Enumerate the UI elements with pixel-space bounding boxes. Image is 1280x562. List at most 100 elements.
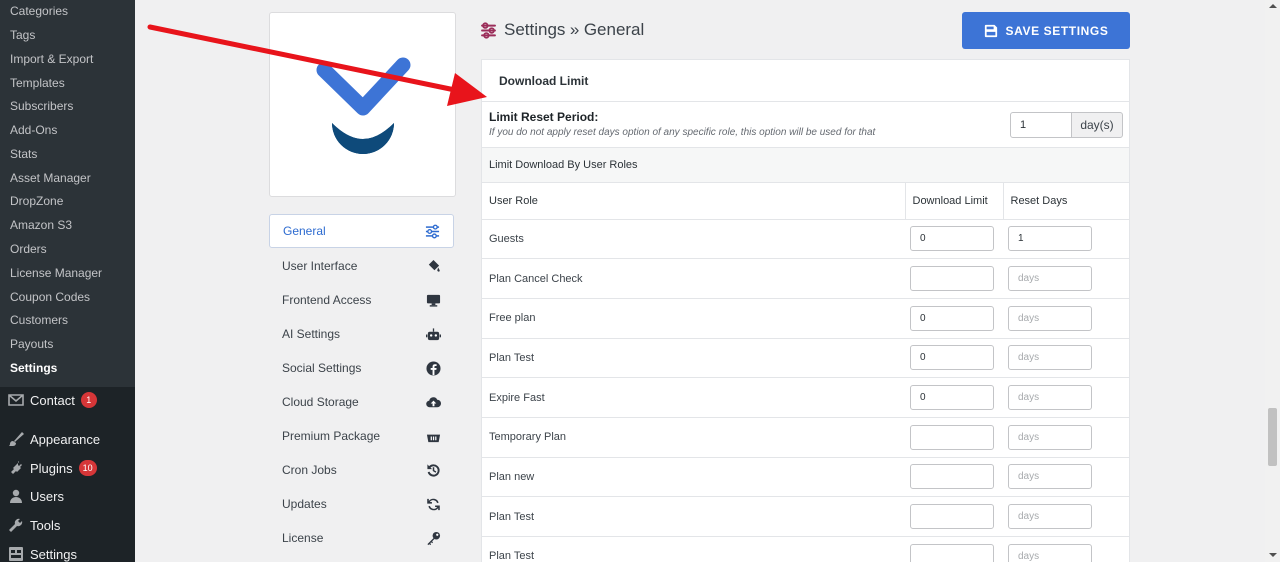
user-role-name: Plan Test [482, 536, 905, 562]
menu-item-label: Contact [30, 392, 75, 408]
reset-days-cell [1003, 338, 1129, 379]
menu-item-plugins[interactable]: Plugins 10 [0, 456, 135, 480]
reset-days-input[interactable] [1008, 226, 1092, 252]
submenu-item-coupon-codes[interactable]: Coupon Codes [10, 290, 90, 304]
download-limit-input[interactable] [910, 464, 994, 490]
table-row: Plan new [482, 457, 1129, 498]
submenu-item-amazon-s3[interactable]: Amazon S3 [10, 218, 72, 232]
save-settings-button[interactable]: SAVE SETTINGS [962, 12, 1130, 49]
reset-days-cell [1003, 298, 1129, 339]
submenu-item-add-ons[interactable]: Add-Ons [10, 123, 57, 137]
reset-days-cell [1003, 377, 1129, 418]
menu-item-users[interactable]: Users [0, 484, 135, 508]
table-row: Guests [482, 219, 1129, 260]
submenu-item-subscribers[interactable]: Subscribers [10, 99, 73, 113]
download-limit-input[interactable] [910, 424, 994, 450]
menu-item-settings[interactable]: Settings [0, 542, 135, 562]
download-limit-input[interactable] [910, 385, 994, 411]
reset-days-cell [1003, 219, 1129, 260]
download-limit-input[interactable] [910, 345, 994, 371]
table-row: Expire Fast [482, 377, 1129, 418]
table-row: Plan Test [482, 338, 1129, 379]
settings-icon-glyph [9, 547, 23, 561]
page-title-sub: General [583, 20, 645, 39]
reset-days-input[interactable] [1008, 464, 1092, 490]
settings-nav-premium-package[interactable]: Premium Package [269, 419, 454, 453]
reset-days-input[interactable] [1008, 266, 1092, 292]
scroll-thumb[interactable] [1268, 408, 1277, 466]
reset-days-input[interactable] [1008, 385, 1092, 411]
reset-days-input[interactable] [1008, 345, 1092, 371]
download-limit-cell [905, 338, 1003, 379]
menu-item-tools[interactable]: Tools [0, 513, 135, 537]
robot-icon [426, 327, 441, 340]
reset-period-input[interactable] [1010, 112, 1072, 138]
menu-item-appearance[interactable]: Appearance [0, 427, 135, 451]
settings-nav-cron-jobs[interactable]: Cron Jobs [269, 453, 454, 487]
menu-item-label: Tools [30, 517, 61, 533]
submenu-item-dropzone[interactable]: DropZone [10, 194, 63, 208]
submenu-item-stats[interactable]: Stats [10, 147, 37, 161]
settings-nav-label: Frontend Access [282, 293, 372, 307]
history-icon [427, 463, 440, 477]
download-limit-input[interactable] [910, 226, 994, 252]
settings-icon [8, 546, 24, 562]
settings-nav-cloud-storage[interactable]: Cloud Storage [269, 385, 454, 419]
settings-nav-updates[interactable]: Updates [269, 487, 454, 521]
reset-period-label: Limit Reset Period: [489, 110, 599, 124]
table-row: Temporary Plan [482, 417, 1129, 458]
submenu-item-tags[interactable]: Tags [10, 28, 35, 42]
settings-nav-ai-settings[interactable]: AI Settings [269, 317, 454, 351]
submenu-item-customers[interactable]: Customers [10, 313, 68, 327]
settings-nav-general[interactable]: General [269, 214, 454, 248]
table-header-row: User Role Download Limit Reset Days [482, 183, 1129, 220]
download-limit-input[interactable] [910, 543, 994, 562]
submenu-item-settings[interactable]: Settings [10, 361, 57, 375]
menu-item-contact[interactable]: Contact 1 [0, 388, 135, 412]
submenu-item-payouts[interactable]: Payouts [10, 337, 53, 351]
settings-nav-license[interactable]: License [269, 521, 454, 555]
menu-item-label: Appearance [30, 431, 101, 447]
user-role-name: Temporary Plan [482, 417, 905, 458]
user-role-name: Plan Test [482, 496, 905, 537]
menu-item-label: Plugins [30, 460, 73, 476]
table-row: Plan Test [482, 496, 1129, 537]
download-limit-cell [905, 377, 1003, 418]
download-limit-input[interactable] [910, 266, 994, 292]
reset-days-input[interactable] [1008, 305, 1092, 331]
submenu-item-categories[interactable]: Categories [10, 4, 68, 18]
facebook-icon [426, 360, 441, 376]
reset-days-input[interactable] [1008, 504, 1092, 530]
download-limit-input[interactable] [910, 504, 994, 530]
table-row: Plan Cancel Check [482, 258, 1129, 299]
submenu-item-asset-manager[interactable]: Asset Manager [10, 171, 91, 185]
reset-days-input[interactable] [1008, 424, 1092, 450]
submenu-item-orders[interactable]: Orders [10, 242, 47, 256]
notification-badge: 1 [80, 392, 97, 408]
settings-nav-label: Cloud Storage [282, 395, 359, 409]
table-row: Free plan [482, 298, 1129, 339]
settings-nav-social-settings[interactable]: Social Settings [269, 351, 454, 385]
scroll-down-arrow-icon[interactable] [1269, 553, 1277, 557]
submenu-item-templates[interactable]: Templates [10, 76, 65, 90]
scroll-up-arrow-icon[interactable] [1269, 4, 1277, 8]
sync-icon [427, 498, 440, 510]
submenu-item-import-export[interactable]: Import & Export [10, 52, 93, 66]
reset-period-description: If you do not apply reset days option of… [489, 127, 876, 138]
settings-nav-label: User Interface [282, 259, 358, 273]
settings-nav-label: Social Settings [282, 361, 362, 375]
desktop-icon [426, 294, 441, 307]
settings-nav-frontend-access[interactable]: Frontend Access [269, 283, 454, 317]
page-scrollbar[interactable] [1265, 0, 1280, 562]
page-title: Settings » General [480, 18, 644, 42]
key-icon [427, 531, 441, 545]
download-limit-input[interactable] [910, 305, 994, 331]
reset-days-input[interactable] [1008, 543, 1092, 562]
download-limit-cell [905, 417, 1003, 458]
settings-nav-label: License [282, 531, 324, 545]
submenu-item-license-manager[interactable]: License Manager [10, 266, 102, 280]
reset-days-cell [1003, 496, 1129, 537]
sliders-icon [481, 21, 496, 39]
column-header-download-limit: Download Limit [905, 183, 1004, 220]
settings-nav-user-interface[interactable]: User Interface [269, 249, 454, 283]
